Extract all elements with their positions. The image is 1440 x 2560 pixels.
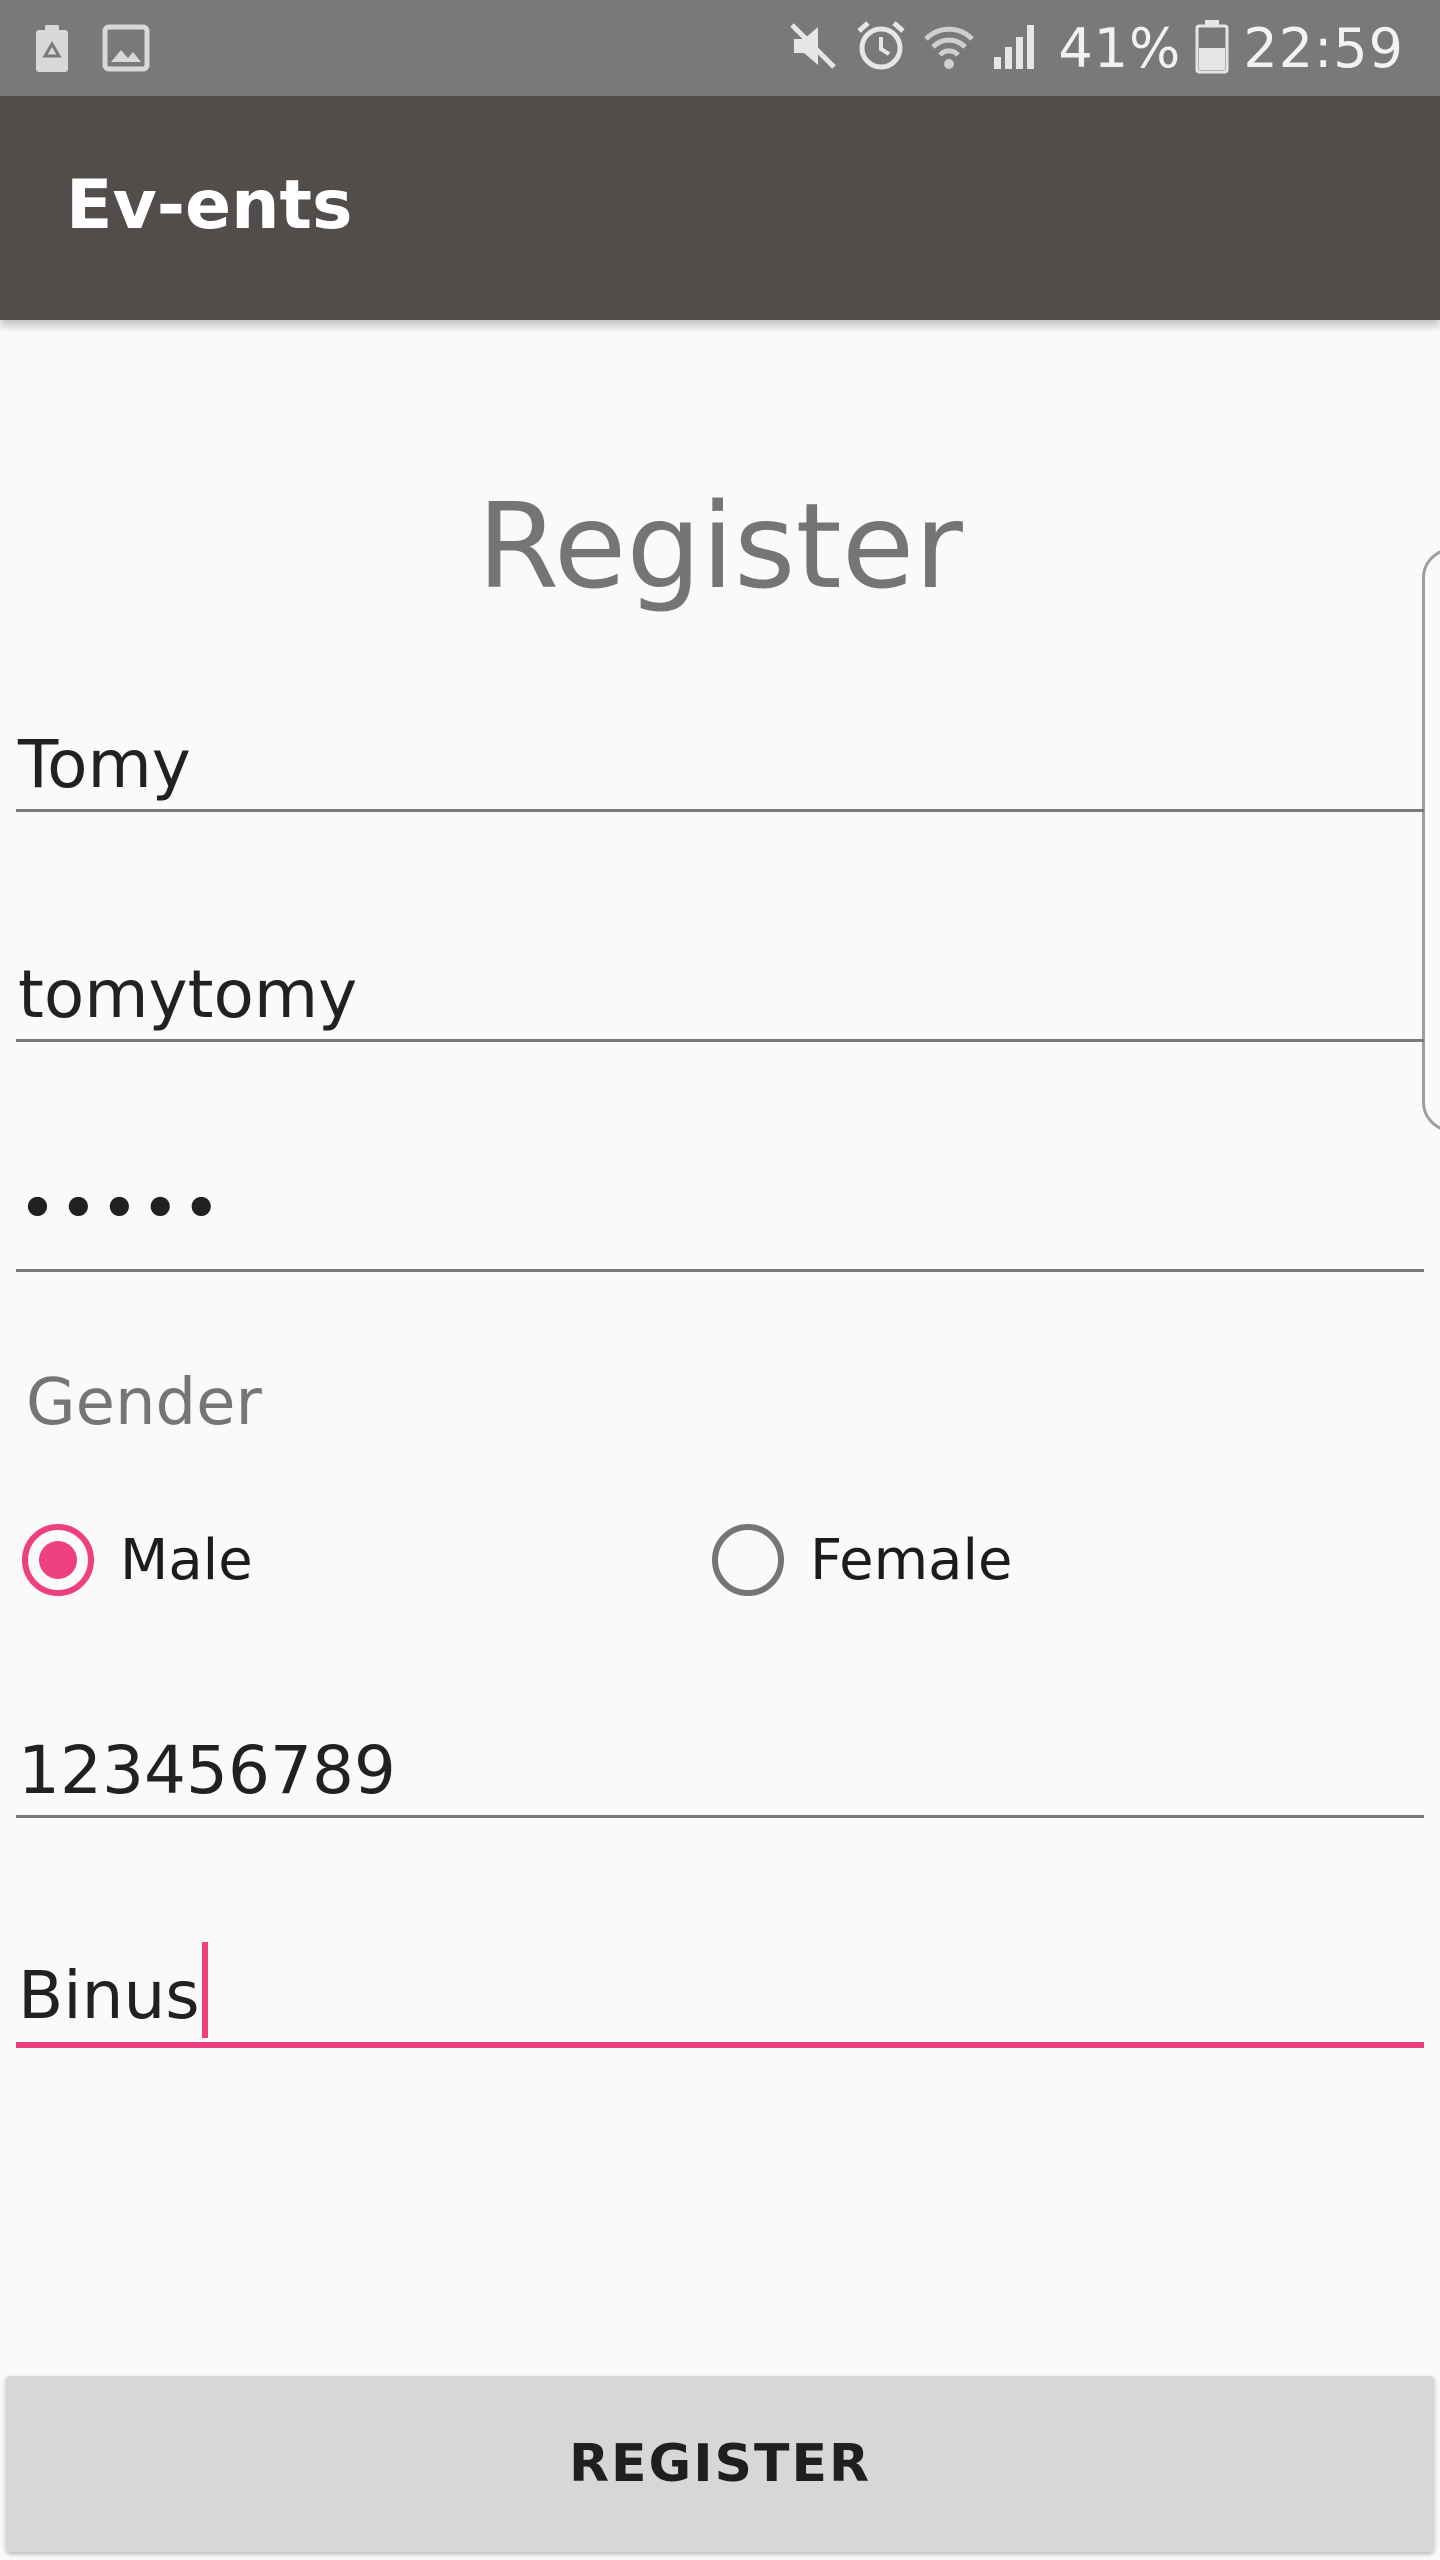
name-field[interactable]: Tomy bbox=[16, 702, 1424, 812]
password-field-value: ••••• bbox=[18, 1170, 223, 1247]
password-field[interactable]: ••••• bbox=[16, 1162, 1424, 1272]
app-bar: Ev-ents bbox=[0, 96, 1440, 320]
username-field-value: tomytomy bbox=[18, 956, 358, 1033]
side-panel-edge bbox=[1422, 548, 1440, 1132]
battery-icon bbox=[1195, 18, 1229, 79]
clock-time: 22:59 bbox=[1243, 16, 1404, 80]
wifi-icon bbox=[922, 19, 976, 78]
school-field[interactable]: Binus bbox=[16, 1938, 1424, 2048]
register-button[interactable]: REGISTER bbox=[6, 2376, 1434, 2552]
page-title: Register bbox=[477, 477, 963, 615]
status-bar: 41% 22:59 bbox=[0, 0, 1440, 96]
phone-field-value: 123456789 bbox=[18, 1732, 396, 1809]
battery-percent: 41% bbox=[1058, 16, 1182, 80]
image-icon bbox=[102, 24, 150, 77]
gender-label: Gender bbox=[26, 1366, 262, 1440]
radio-unchecked-icon bbox=[712, 1524, 784, 1596]
school-field-value: Binus bbox=[18, 1957, 200, 2034]
school-field-text: Binus bbox=[18, 1942, 208, 2038]
username-field[interactable]: tomytomy bbox=[16, 932, 1424, 1042]
radio-dot bbox=[39, 1541, 77, 1579]
phone-field[interactable]: 123456789 bbox=[16, 1708, 1424, 1818]
gender-radio-female-label: Female bbox=[810, 1527, 1013, 1593]
signal-icon bbox=[990, 19, 1044, 78]
register-button-label: REGISTER bbox=[568, 2434, 872, 2494]
radio-checked-icon bbox=[22, 1524, 94, 1596]
recycle-battery-icon bbox=[32, 24, 72, 79]
text-caret bbox=[201, 1942, 208, 2038]
alarm-icon bbox=[854, 19, 908, 78]
name-field-value: Tomy bbox=[18, 726, 191, 803]
app-title: Ev-ents bbox=[66, 166, 353, 245]
mute-icon bbox=[786, 19, 840, 78]
gender-radio-female[interactable]: Female bbox=[712, 1518, 1012, 1602]
gender-radio-male-label: Male bbox=[120, 1527, 253, 1593]
gender-radio-male[interactable]: Male bbox=[22, 1518, 253, 1602]
